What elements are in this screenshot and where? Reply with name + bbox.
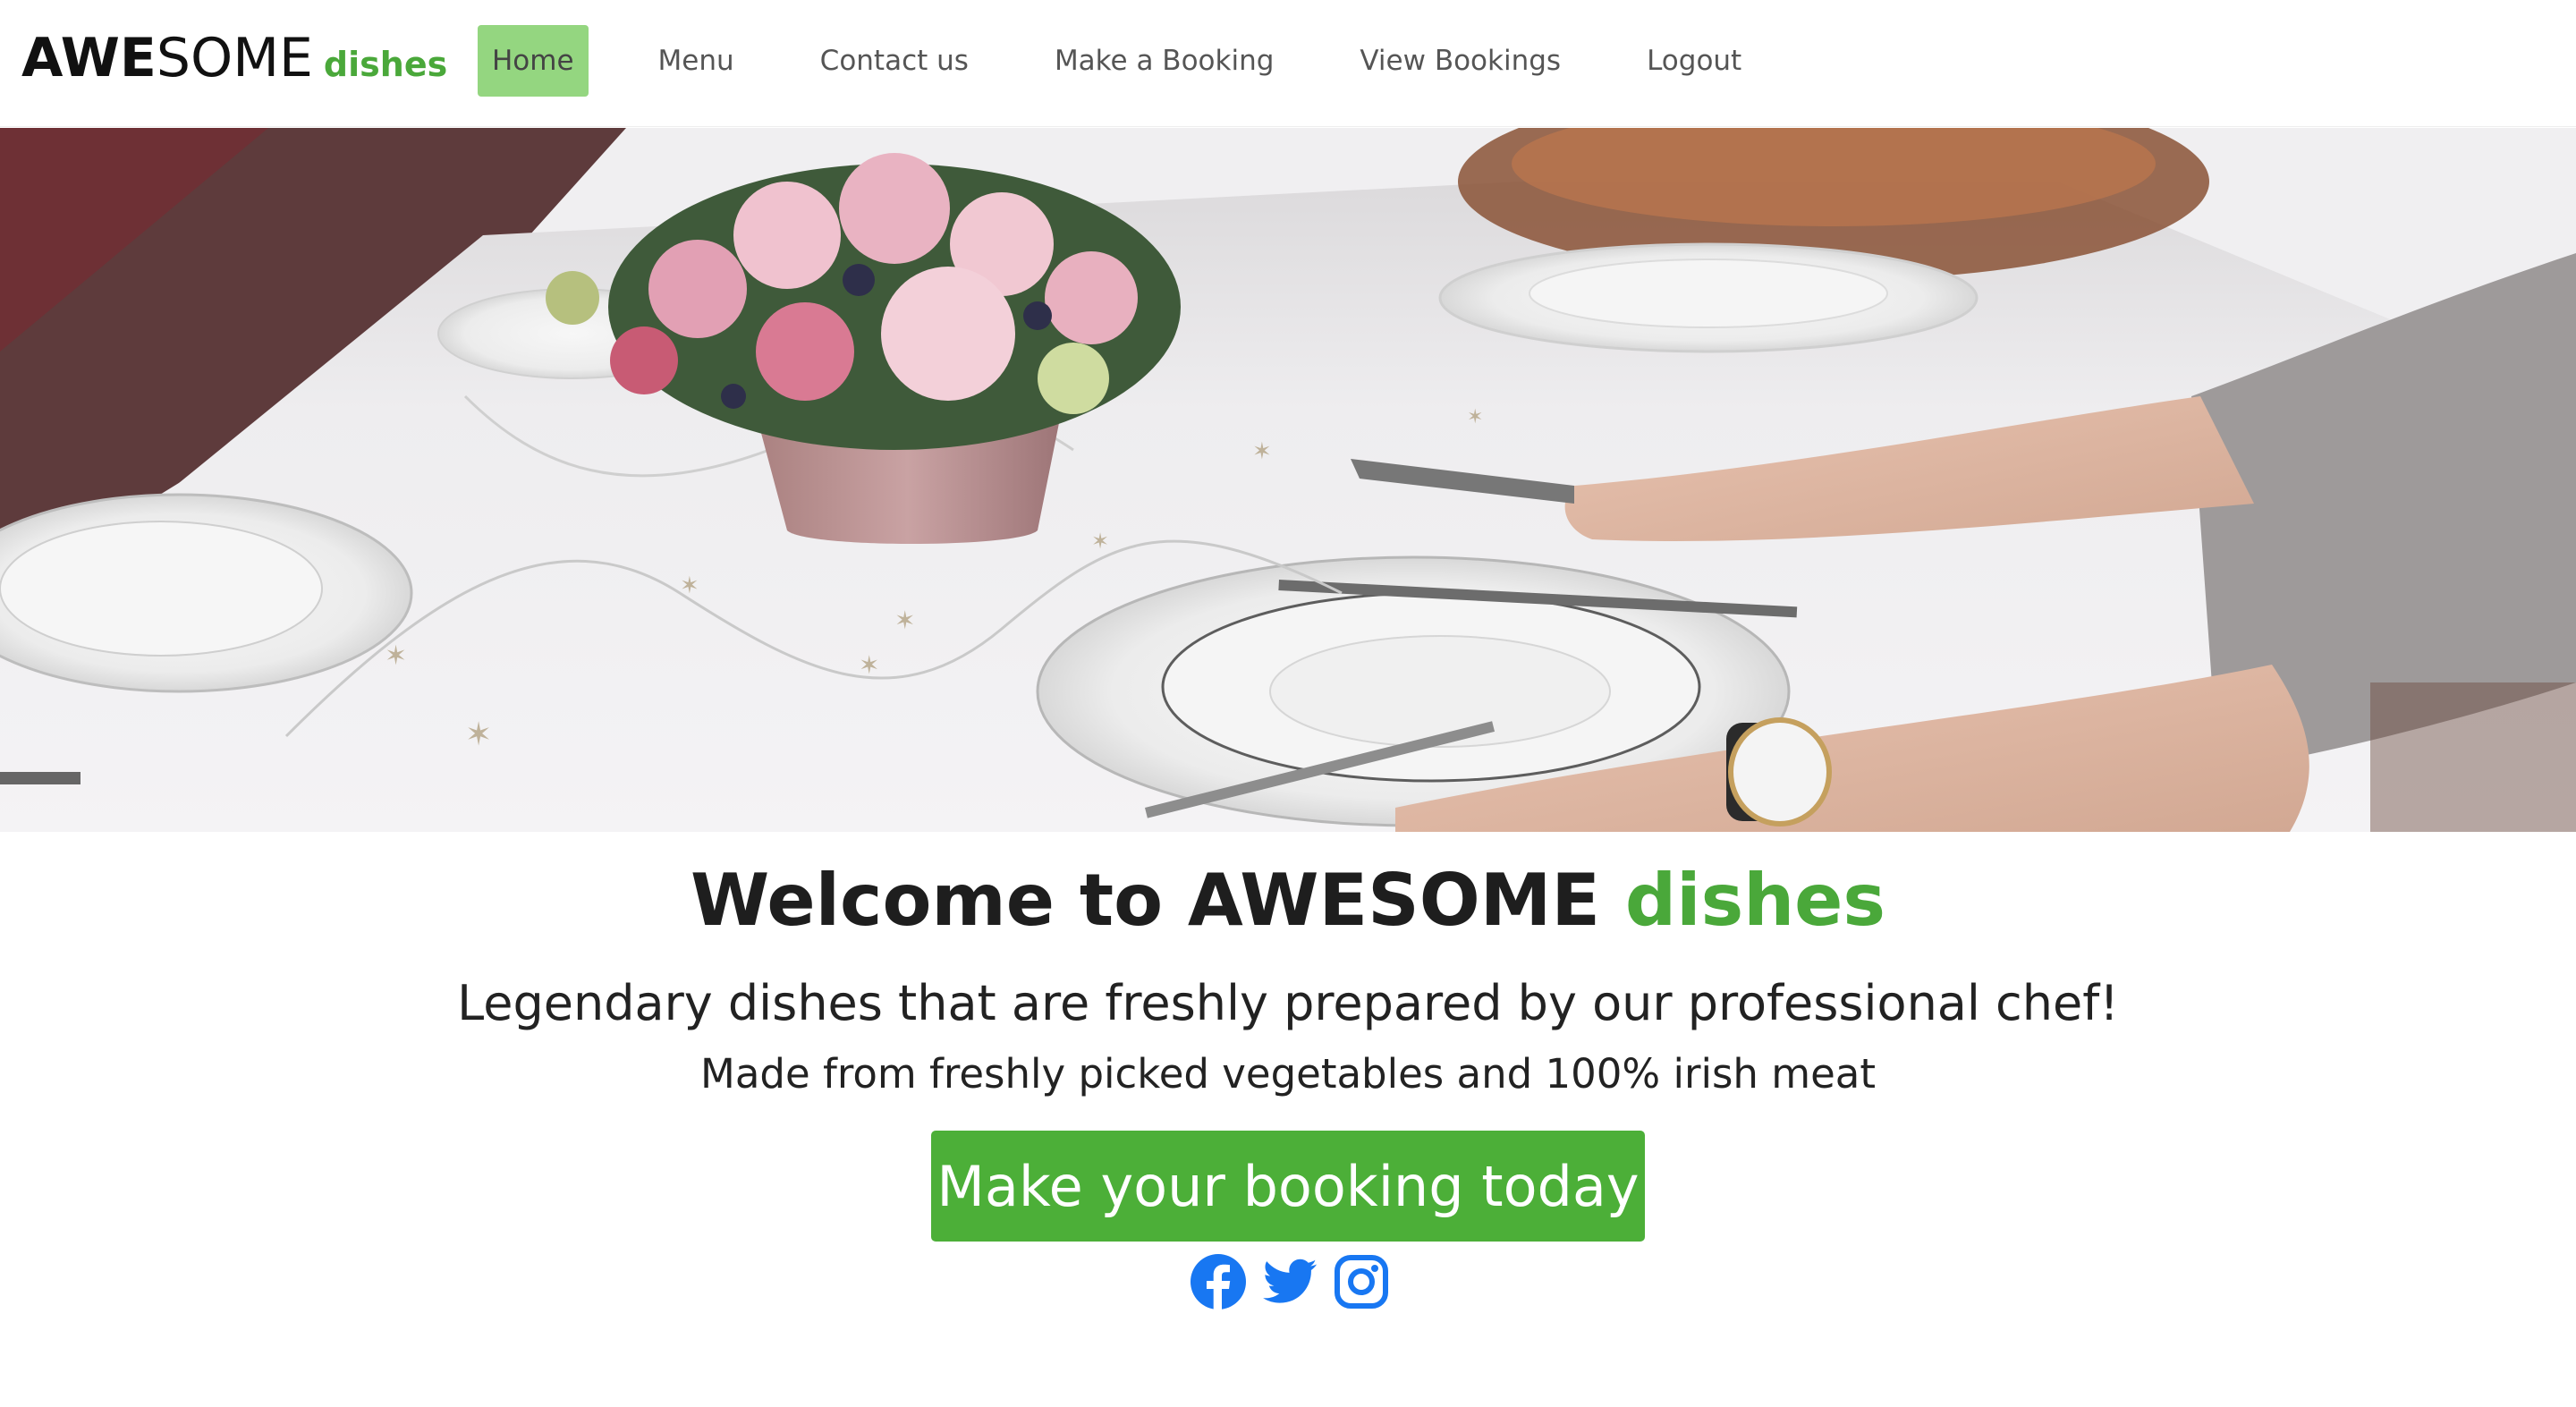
svg-text:✶: ✶: [1467, 406, 1483, 428]
nav-contact-us[interactable]: Contact us: [806, 25, 983, 97]
nav-view-bookings[interactable]: View Bookings: [1345, 25, 1575, 97]
tagline-text: Legendary dishes that are freshly prepar…: [457, 975, 2119, 1031]
nav-logout[interactable]: Logout: [1632, 25, 1756, 97]
welcome-heading: Welcome to AWESOME dishes: [690, 859, 1886, 942]
nav-home[interactable]: Home: [478, 25, 589, 97]
social-links: [1190, 1252, 1390, 1311]
svg-text:✶: ✶: [1252, 438, 1272, 465]
hero-image: ✶ ✶ ✶ ✶ ✶ ✶ ✶ ✶ ✶: [0, 128, 2576, 832]
svg-text:✶: ✶: [1091, 529, 1109, 554]
twitter-icon[interactable]: [1261, 1253, 1318, 1310]
svg-text:✶: ✶: [859, 650, 879, 680]
brand-logo[interactable]: AWESOME dishes: [21, 27, 447, 89]
nav-menu[interactable]: Menu: [644, 25, 749, 97]
brand-subtitle: dishes: [323, 45, 448, 84]
navbar: AWESOME dishes Home Menu Contact us Make…: [0, 0, 2576, 127]
svg-text:✶: ✶: [894, 606, 915, 635]
main-nav: Home Menu Contact us Make a Booking View…: [478, 25, 1756, 97]
instagram-icon[interactable]: [1333, 1253, 1390, 1310]
subline-text: Made from freshly picked vegetables and …: [700, 1050, 1876, 1098]
brand-name: AWESOME: [21, 27, 313, 89]
nav-make-booking[interactable]: Make a Booking: [1040, 25, 1288, 97]
make-booking-button[interactable]: Make your booking today: [931, 1131, 1645, 1242]
facebook-icon[interactable]: [1190, 1253, 1247, 1310]
svg-text:✶: ✶: [465, 716, 492, 753]
